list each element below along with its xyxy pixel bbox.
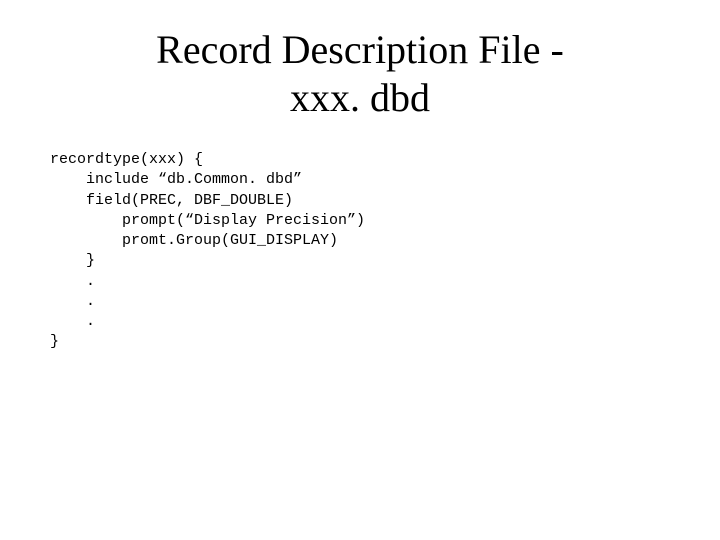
code-line: promt.Group(GUI_DISPLAY)	[50, 232, 338, 249]
slide: Record Description File - xxx. dbd recor…	[0, 0, 720, 540]
code-line: .	[50, 313, 95, 330]
code-line: }	[50, 333, 59, 350]
code-line: }	[50, 252, 95, 269]
code-line: prompt(“Display Precision”)	[50, 212, 365, 229]
code-line: include “db.Common. dbd”	[50, 171, 302, 188]
title-line-2: xxx. dbd	[290, 75, 430, 120]
code-line: .	[50, 273, 95, 290]
title-line-1: Record Description File -	[156, 27, 564, 72]
code-block: recordtype(xxx) { include “db.Common. db…	[50, 150, 365, 353]
slide-title: Record Description File - xxx. dbd	[0, 26, 720, 122]
code-line: .	[50, 293, 95, 310]
code-line: recordtype(xxx) {	[50, 151, 203, 168]
code-line: field(PREC, DBF_DOUBLE)	[50, 192, 293, 209]
